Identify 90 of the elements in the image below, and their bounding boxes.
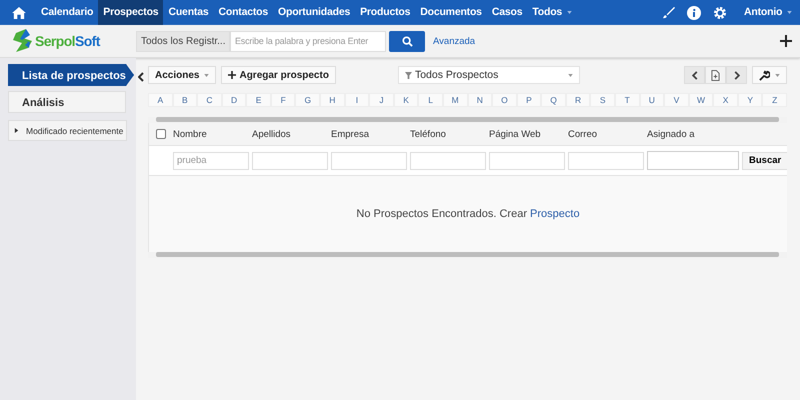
- advanced-search-link[interactable]: Avanzada: [433, 36, 476, 46]
- nav-tab[interactable]: Oportunidades: [273, 0, 356, 25]
- filter-label: Todos Prospectos: [414, 69, 498, 81]
- nav-tab[interactable]: Documentos: [415, 0, 487, 25]
- letter-filter[interactable]: C: [197, 93, 222, 107]
- add-icon[interactable]: [780, 35, 792, 47]
- filter-field[interactable]: [647, 151, 739, 170]
- nav-tab[interactable]: Cuentas: [163, 0, 214, 25]
- letter-filter[interactable]: D: [222, 93, 246, 107]
- filter-field[interactable]: [252, 152, 328, 170]
- caret-icon: [204, 74, 210, 76]
- filter-field[interactable]: [410, 152, 486, 170]
- column-header[interactable]: Página Web: [489, 128, 568, 140]
- letter-filter[interactable]: Y: [738, 93, 762, 107]
- letter-filter[interactable]: F: [270, 93, 296, 107]
- letter-filter[interactable]: S: [590, 93, 615, 107]
- letter-filter[interactable]: P: [516, 93, 542, 107]
- export-button[interactable]: [705, 66, 726, 84]
- settings-icon[interactable]: [713, 6, 728, 20]
- empty-message: No Prospectos Encontrados. Crear Prospecto: [356, 208, 580, 220]
- nav-menu[interactable]: Todos: [527, 0, 577, 25]
- sidebar-tab[interactable]: Lista de prospectos: [8, 64, 134, 86]
- letter-filter[interactable]: N: [468, 93, 492, 107]
- letter-filter[interactable]: K: [394, 93, 418, 107]
- search-button[interactable]: [389, 30, 425, 52]
- search-button[interactable]: Buscar: [742, 152, 787, 170]
- letter-filter[interactable]: Z: [762, 93, 788, 107]
- document-icon: [711, 70, 720, 80]
- column-header[interactable]: Correo: [568, 128, 647, 140]
- select-all-checkbox[interactable]: [156, 129, 166, 139]
- nav-tab[interactable]: Contactos: [213, 0, 274, 25]
- plus-icon: [228, 71, 236, 79]
- letter-filter[interactable]: U: [640, 93, 664, 107]
- actions-dropdown[interactable]: Acciones: [148, 66, 216, 84]
- letter-filter[interactable]: T: [614, 93, 640, 107]
- chevron-right-icon: [734, 70, 740, 80]
- search-scope-dropdown[interactable]: Todos los Registr...: [136, 30, 230, 52]
- caret-icon: [787, 10, 792, 14]
- previous-page-button[interactable]: [684, 66, 705, 84]
- add-prospect-button[interactable]: Agregar prospecto: [221, 66, 336, 84]
- column-header[interactable]: Nombre: [173, 128, 252, 140]
- home-icon[interactable]: [12, 6, 26, 18]
- section-label: Modificado recientemente: [26, 126, 124, 136]
- caret-icon: [568, 74, 573, 76]
- next-page-button[interactable]: [726, 66, 747, 84]
- sidebar-tab[interactable]: Análisis: [8, 91, 126, 113]
- filter-field[interactable]: [331, 152, 407, 170]
- collapse-sidebar-icon[interactable]: [138, 72, 144, 82]
- info-icon[interactable]: [687, 6, 702, 20]
- letter-filter[interactable]: H: [320, 93, 345, 107]
- filter-icon: [404, 72, 412, 78]
- column-header[interactable]: Teléfono: [410, 128, 489, 140]
- letter-filter[interactable]: M: [442, 93, 468, 107]
- letter-filter[interactable]: L: [418, 93, 443, 107]
- search-field[interactable]: Escribe la palabra y presiona Enter: [230, 30, 386, 52]
- filter-dropdown[interactable]: Todos Prospectos: [398, 66, 580, 84]
- letter-filter[interactable]: I: [344, 93, 370, 107]
- search-icon: [402, 36, 412, 46]
- letter-filter[interactable]: O: [492, 93, 517, 107]
- letter-filter[interactable]: E: [246, 93, 271, 107]
- chevron-left-icon: [692, 70, 698, 80]
- nav-tab[interactable]: Calendario: [36, 0, 98, 25]
- nav-tab[interactable]: Casos: [486, 0, 528, 25]
- letter-filter[interactable]: B: [172, 93, 198, 107]
- letter-filter[interactable]: A: [148, 93, 173, 107]
- nav-tab[interactable]: Prospectos: [98, 0, 164, 25]
- letter-filter[interactable]: J: [369, 93, 394, 107]
- user-menu[interactable]: Antonio: [739, 0, 792, 25]
- nav-tab[interactable]: Productos: [355, 0, 416, 25]
- filter-field[interactable]: [568, 152, 644, 170]
- tools-dropdown[interactable]: [752, 66, 787, 84]
- caret-icon: [566, 10, 572, 14]
- logo-text: SerpolSoft: [35, 33, 100, 49]
- filter-field[interactable]: [489, 152, 565, 170]
- caret-icon: [775, 74, 780, 76]
- logo-icon: [12, 28, 34, 54]
- brush-icon[interactable]: [662, 6, 676, 19]
- letter-filter[interactable]: G: [295, 93, 320, 107]
- letter-filter[interactable]: W: [688, 93, 714, 107]
- create-link[interactable]: Prospecto: [530, 208, 580, 220]
- column-header[interactable]: Empresa: [331, 128, 410, 140]
- wrench-icon: [759, 70, 770, 80]
- letter-filter[interactable]: Q: [541, 93, 566, 107]
- letter-filter[interactable]: V: [664, 93, 689, 107]
- letter-filter[interactable]: X: [713, 93, 738, 107]
- column-header[interactable]: Asignado a: [647, 128, 726, 140]
- column-header[interactable]: Apellidos: [252, 128, 331, 140]
- filter-field[interactable]: prueba: [173, 152, 249, 170]
- sidebar-section[interactable]: Modificado recientemente: [8, 120, 127, 141]
- letter-filter[interactable]: R: [566, 93, 590, 107]
